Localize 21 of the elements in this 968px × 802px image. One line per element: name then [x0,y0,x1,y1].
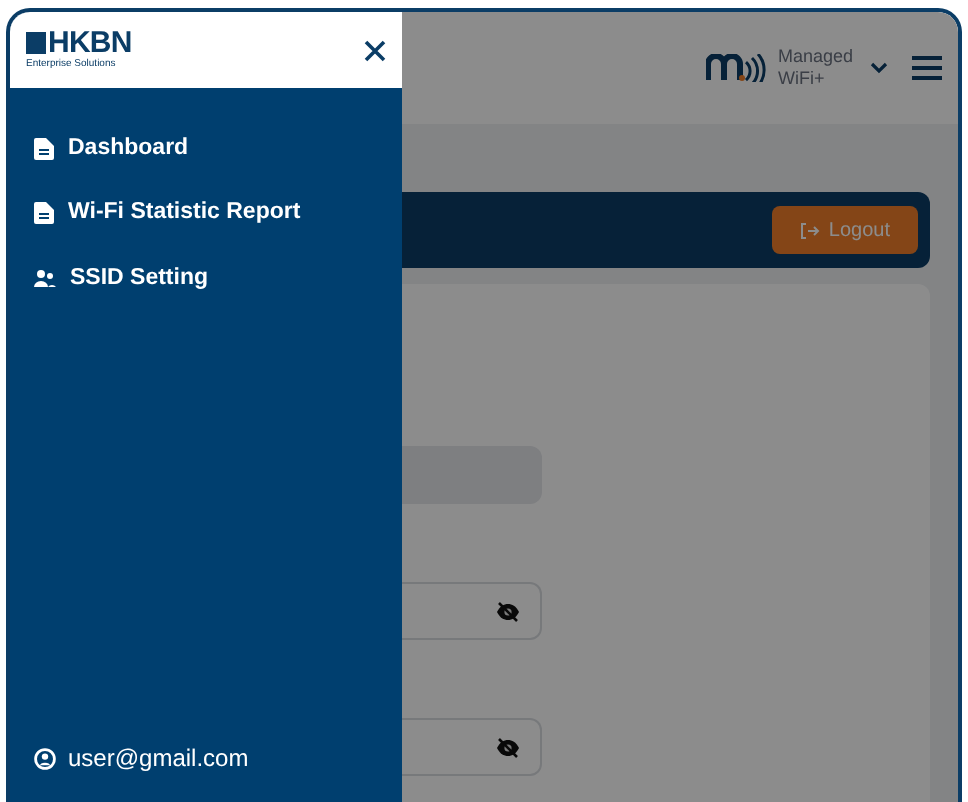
document-icon [34,138,54,161]
nav-link[interactable]: Dashboard [34,132,378,167]
user-icon [34,747,56,769]
nav-link[interactable]: SSID Setting [34,261,378,296]
document-icon [34,202,54,225]
user-email: user@gmail.com [68,742,249,776]
eye-off-icon[interactable] [496,737,520,757]
nav-link[interactable]: Wi-Fi Statistic Report [34,196,378,231]
menu-icon[interactable] [912,56,942,80]
logout-icon [800,221,821,239]
product-name: Managed WiFi+ [778,46,856,90]
user-account[interactable]: user@gmail.com [10,740,402,776]
close-icon[interactable] [364,39,386,61]
password-field[interactable] [402,718,542,776]
chevron-down-icon[interactable] [870,62,888,74]
users-icon [34,268,56,289]
eye-off-icon[interactable] [496,601,520,621]
password-field[interactable] [402,582,542,640]
wifi-logo-icon [706,54,766,82]
logo-name: HKBN [48,28,132,58]
logo-square-icon [26,32,46,54]
